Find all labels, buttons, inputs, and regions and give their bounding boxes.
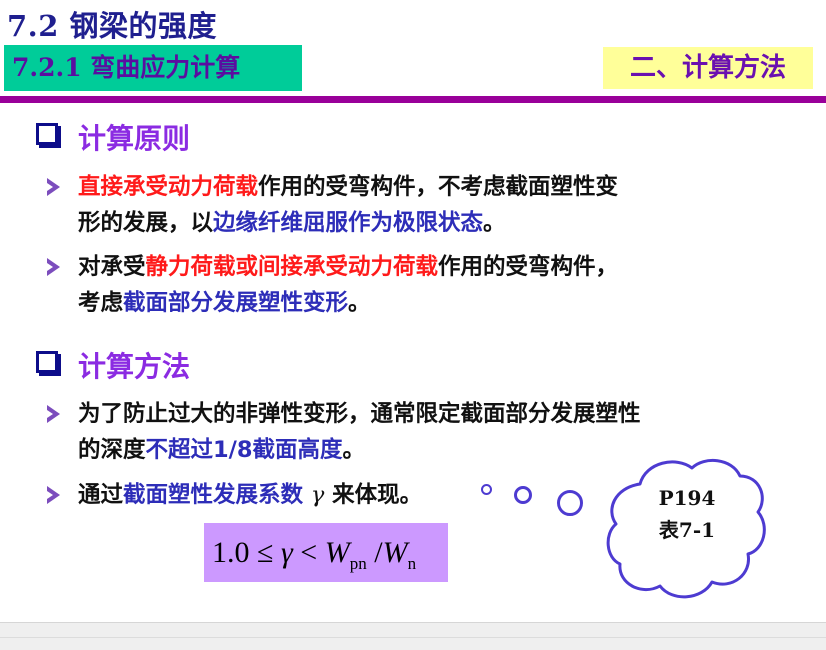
- bullet-text: 通过: [78, 482, 124, 508]
- arrow-bullet-icon: [47, 178, 60, 196]
- formula-sub-pn: pn: [349, 554, 367, 573]
- callout-table-ref: 表7-1: [658, 518, 716, 542]
- highlight-red: 直接承受动力荷载: [78, 174, 259, 200]
- bullet-text: 。: [342, 437, 366, 463]
- bullet-text: 来体现。: [324, 482, 423, 508]
- section-subtitle: 7.2.1 弯曲应力计算: [4, 45, 302, 91]
- formula-box: 1.0 ≤ γ < Wpn /Wn: [204, 523, 448, 582]
- bullet-text: 为了防止过大的非弹性变形，通常限定截面部分发展塑性: [78, 401, 641, 427]
- highlight-blue: 不超过1/8截面高度: [145, 437, 343, 463]
- highlight-blue: 截面塑性发展系数: [123, 482, 304, 508]
- formula-sub-n: n: [407, 554, 417, 573]
- topic-label: 二、计算方法: [603, 47, 813, 89]
- bullet-text: 形的发展，以: [78, 210, 214, 236]
- thought-bubble-large: [557, 490, 583, 516]
- highlight-blue: 边缘纤维屈服作为极限状态: [213, 210, 484, 236]
- gamma-symbol: γ: [310, 482, 325, 508]
- arrow-bullet-icon: [47, 258, 60, 276]
- bullet-text: 。: [348, 290, 371, 316]
- thought-bubble-small: [481, 484, 492, 495]
- formula-w-pn: W: [324, 536, 350, 569]
- bullet-text: 的深度: [78, 437, 146, 463]
- bullet-line: 对承受静力荷载或间接承受动力荷载作用的受弯构件，: [47, 249, 767, 285]
- checkbox-bullet-icon: [36, 351, 58, 373]
- arrow-bullet-icon: [47, 405, 60, 423]
- footer-divider: [0, 637, 826, 638]
- bullet-text: 。: [483, 210, 506, 236]
- highlight-red: 静力荷载或间接承受动力荷载: [145, 254, 439, 280]
- bullet-line: 直接承受动力荷载作用的受弯构件，不考虑截面塑性变: [47, 169, 767, 205]
- highlight-blue: 截面部分发展塑性变形: [123, 290, 349, 316]
- arrow-bullet-icon: [47, 486, 60, 504]
- bullet-line: 形的发展，以边缘纤维屈服作为极限状态。: [47, 205, 767, 241]
- bullet-text: 作用的受弯构件，不考虑截面塑性变: [258, 174, 619, 200]
- bullet-static-load: 对承受静力荷载或间接承受动力荷载作用的受弯构件， 考虑截面部分发展塑性变形。: [47, 249, 767, 321]
- formula-w-n: W: [382, 536, 408, 569]
- formula-gamma: γ: [280, 536, 293, 569]
- page-title: 7.2 钢梁的强度: [7, 9, 218, 43]
- bullet-text: 考虑: [78, 290, 124, 316]
- title-divider: [0, 96, 826, 103]
- bullet-text: 作用的受弯构件，: [438, 254, 619, 280]
- slide: 7.2 钢梁的强度 7.2.1 弯曲应力计算 二、计算方法 计算原则 直接承受动…: [0, 0, 826, 622]
- formula-lt: <: [292, 536, 325, 569]
- bullet-text: 对承受: [78, 254, 146, 280]
- heading-text: 计算原则: [78, 122, 191, 155]
- thought-bubble-medium: [514, 486, 532, 504]
- heading-text: 计算方法: [78, 350, 191, 383]
- bullet-line: 考虑截面部分发展塑性变形。: [47, 285, 767, 321]
- footer-bar: [0, 622, 826, 650]
- checkbox-bullet-icon: [36, 123, 58, 145]
- bullet-dynamic-load: 直接承受动力荷载作用的受弯构件，不考虑截面塑性变 形的发展，以边缘纤维屈服作为极…: [47, 169, 767, 241]
- heading-calc-method: 计算方法: [36, 345, 190, 385]
- heading-calc-principle: 计算原则: [36, 117, 190, 157]
- callout-text: P194 表7-1: [606, 482, 768, 546]
- formula-lhs: 1.0 ≤: [212, 536, 281, 569]
- bullet-line: 为了防止过大的非弹性变形，通常限定截面部分发展塑性: [47, 396, 767, 432]
- callout-page-ref: P194: [658, 486, 716, 510]
- formula-slash: /: [366, 536, 383, 569]
